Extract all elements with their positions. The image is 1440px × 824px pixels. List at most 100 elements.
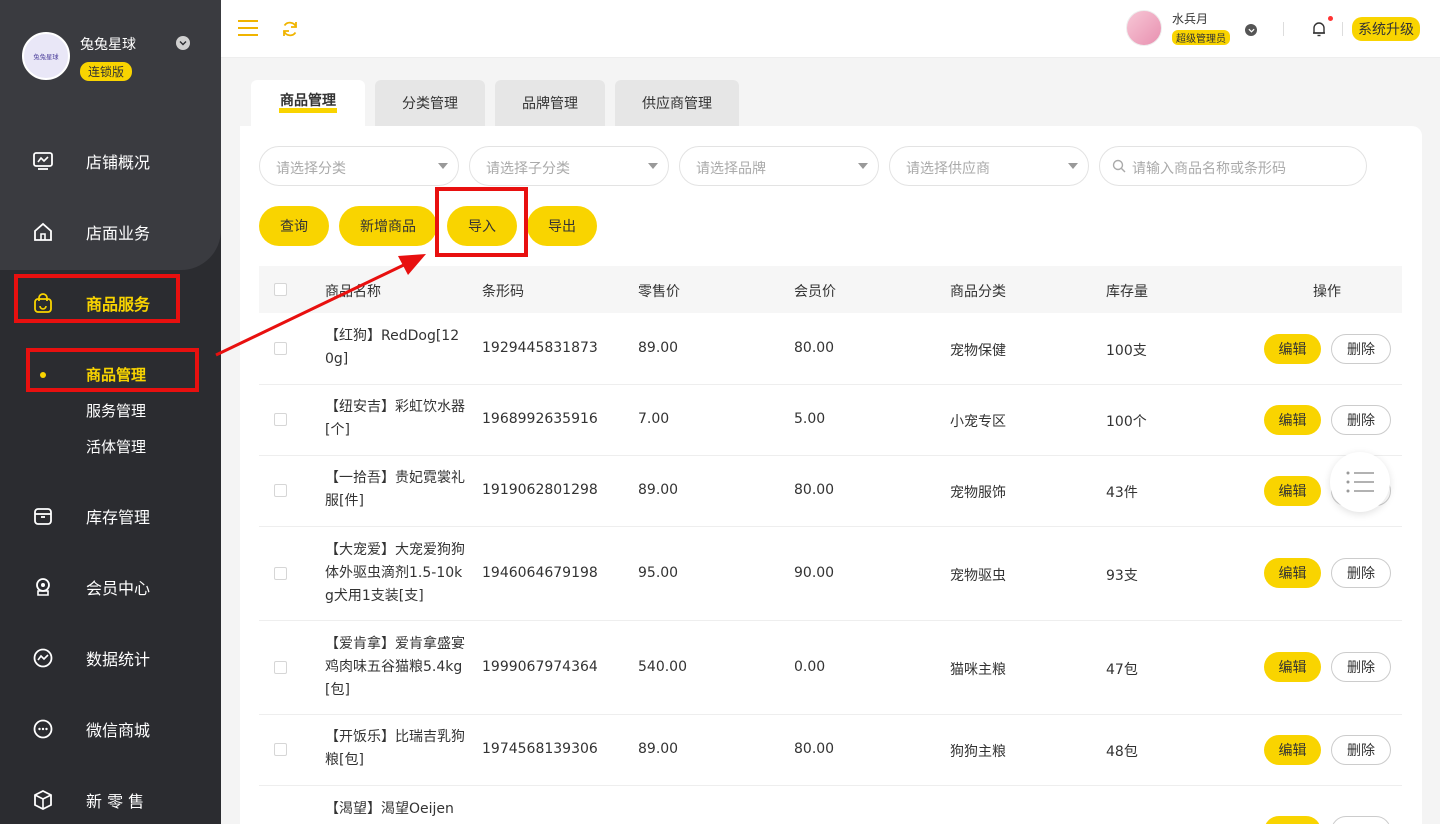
row-checkbox[interactable] — [274, 661, 287, 674]
barcode: 1974568139306 — [482, 741, 598, 757]
retail-price: 89.00 — [638, 741, 679, 757]
retail-price: 540.00 — [638, 659, 687, 675]
nav-item-new-retail[interactable]: 新 零 售 — [0, 780, 221, 820]
avatar — [1126, 10, 1162, 46]
sub-item-live-management[interactable]: 活体管理 — [86, 436, 146, 457]
stock: 93支 — [1106, 568, 1138, 584]
category: 狗狗主粮 — [950, 744, 1006, 760]
tab-goods-management[interactable]: 商品管理 — [251, 80, 365, 126]
goods-name: 【爱肯拿】爱肯拿盛宴鸡肉味五谷猫粮5.4kg[包] — [325, 636, 465, 698]
retail-price: 89.00 — [638, 482, 679, 498]
tab-category-management[interactable]: 分类管理 — [375, 80, 485, 126]
category: 宠物保健 — [950, 343, 1006, 359]
edition-badge: 连锁版 — [80, 62, 133, 81]
menu-icon[interactable] — [238, 19, 258, 37]
user-name: 水兵月 — [1172, 12, 1209, 26]
supplier-select[interactable]: 请选择供应商 — [889, 146, 1089, 186]
search-input[interactable]: 请输入商品名称或条形码 — [1099, 146, 1367, 186]
caret-down-icon — [648, 163, 658, 169]
row-checkbox[interactable] — [274, 567, 287, 580]
monitor-icon — [33, 152, 53, 170]
barcode: 1999067974364 — [482, 659, 598, 675]
member-price: 80.00 — [794, 482, 835, 498]
nav-item-stats[interactable]: 数据统计 — [0, 638, 221, 678]
nav-item-member[interactable]: 会员中心 — [0, 567, 221, 607]
col-member-price: 会员价 — [794, 284, 836, 300]
select-all-checkbox[interactable] — [274, 283, 287, 296]
category: 猫咪主粮 — [950, 662, 1006, 678]
query-button[interactable]: 查询 — [259, 206, 329, 246]
delete-button[interactable]: 删除 — [1331, 558, 1391, 588]
member-price: 80.00 — [794, 741, 835, 757]
add-goods-button[interactable]: 新增商品 — [339, 206, 437, 246]
edit-button[interactable]: 编辑 — [1264, 476, 1321, 506]
delete-button[interactable]: 删除 — [1331, 405, 1391, 435]
caret-down-icon — [438, 163, 448, 169]
nav-item-overview[interactable]: 店铺概况 — [0, 141, 221, 181]
floating-menu-button[interactable] — [1330, 452, 1390, 512]
member-price: 5.00 — [794, 411, 826, 427]
tab-brand-management[interactable]: 品牌管理 — [495, 80, 605, 126]
brand: 兔兔星球 兔兔星球 连锁版 — [22, 32, 136, 81]
sub-item-service-management[interactable]: 服务管理 — [86, 400, 146, 421]
row-checkbox[interactable] — [274, 743, 287, 756]
category-select[interactable]: 请选择分类 — [259, 146, 459, 186]
sub-category-select[interactable]: 请选择子分类 — [469, 146, 669, 186]
delete-button[interactable]: 删除 — [1331, 735, 1391, 765]
nav-item-store[interactable]: 店面业务 — [0, 212, 221, 252]
edit-button[interactable]: 编辑 — [1264, 735, 1321, 765]
col-stock: 库存量 — [1106, 284, 1148, 300]
cube-icon — [34, 789, 52, 811]
chevron-down-icon[interactable] — [1245, 24, 1257, 36]
delete-button[interactable]: 删除 — [1331, 334, 1391, 364]
col-actions: 操作 — [1313, 284, 1341, 300]
tab-supplier-management[interactable]: 供应商管理 — [615, 80, 739, 126]
brand-logo: 兔兔星球 — [22, 32, 70, 80]
barcode: 1919062801298 — [482, 482, 598, 498]
stock: 43件 — [1106, 485, 1138, 501]
caret-down-icon — [1068, 163, 1078, 169]
row-checkbox[interactable] — [274, 484, 287, 497]
export-button[interactable]: 导出 — [527, 206, 597, 246]
nav-item-inventory[interactable]: 库存管理 — [0, 496, 221, 536]
col-retail-price: 零售价 — [638, 284, 680, 300]
chevron-down-icon[interactable] — [176, 36, 190, 50]
highlight-goods-service — [14, 274, 180, 323]
edit-button[interactable]: 编辑 — [1264, 652, 1321, 682]
goods-name: 【一拾吾】贵妃霓裳礼服[件] — [325, 470, 465, 509]
goods-name: 【纽安吉】彩虹饮水器[个] — [325, 399, 465, 438]
bell-icon[interactable] — [1312, 21, 1326, 37]
col-barcode: 条形码 — [482, 284, 524, 300]
category: 宠物驱虫 — [950, 568, 1006, 584]
brand-select[interactable]: 请选择品牌 — [679, 146, 879, 186]
stock: 100个 — [1106, 414, 1147, 430]
barcode: 1946064679198 — [482, 565, 598, 581]
highlight-goods-management — [26, 348, 199, 392]
highlight-import-button — [435, 187, 528, 257]
col-category: 商品分类 — [950, 284, 1006, 300]
search-icon — [1112, 159, 1126, 173]
home-icon — [34, 222, 52, 241]
caret-down-icon — [858, 163, 868, 169]
delete-button[interactable]: 删除 — [1331, 652, 1391, 682]
edit-button[interactable]: 编辑 — [1264, 558, 1321, 588]
member-price: 90.00 — [794, 565, 835, 581]
user-profile[interactable]: 水兵月 超级管理员 — [1126, 10, 1230, 46]
goods-name: 【开饭乐】比瑞吉乳狗粮[包] — [325, 729, 465, 768]
edit-button[interactable] — [1264, 816, 1321, 824]
retail-price: 89.00 — [638, 340, 679, 356]
edit-button[interactable]: 编辑 — [1264, 334, 1321, 364]
user-role-badge: 超级管理员 — [1172, 30, 1230, 45]
nav-item-wechat-mall[interactable]: 微信商城 — [0, 709, 221, 749]
category: 小宠专区 — [950, 414, 1006, 430]
stock: 48包 — [1106, 744, 1138, 760]
row-checkbox[interactable] — [274, 342, 287, 355]
edit-button[interactable]: 编辑 — [1264, 405, 1321, 435]
system-upgrade-button[interactable]: 系统升级 — [1352, 17, 1420, 41]
refresh-icon[interactable] — [281, 20, 299, 38]
chart-icon — [33, 648, 53, 668]
delete-button[interactable] — [1331, 816, 1391, 824]
goods-name: 【红狗】RedDog[120g] — [325, 328, 460, 367]
col-name: 商品名称 — [325, 284, 381, 300]
row-checkbox[interactable] — [274, 413, 287, 426]
